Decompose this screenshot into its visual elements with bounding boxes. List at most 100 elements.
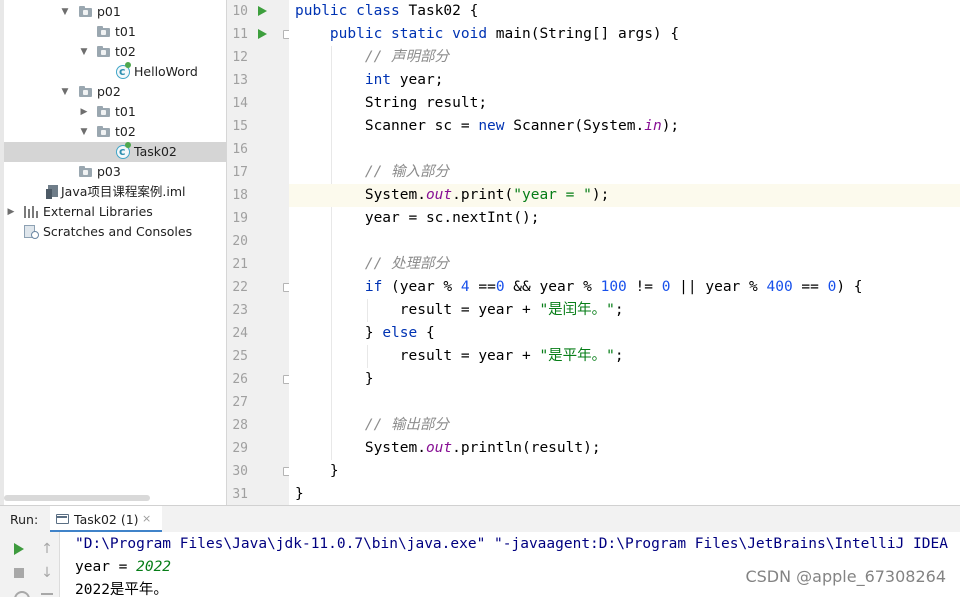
gutter-line: 15: [227, 115, 289, 138]
expand-arrow-icon[interactable]: ▼: [79, 42, 89, 62]
tree-item-external-libraries[interactable]: ▶ External Libraries: [4, 202, 226, 222]
line-number: 31: [232, 487, 248, 502]
scroll-up-arrow-icon[interactable]: ↑: [38, 540, 56, 558]
run-gutter-icon[interactable]: [258, 29, 267, 39]
gutter-line: 21: [227, 253, 289, 276]
package-folder-icon: [97, 106, 110, 117]
code-line[interactable]: }: [289, 483, 960, 505]
stop-icon[interactable]: [11, 564, 29, 582]
project-tree-panel: ▼ p01 t01 ▼ t02 HelloWord ▼ p02 ▶ t01 ▼ …: [0, 0, 227, 505]
gutter-line: 30: [227, 460, 292, 483]
console-result-line: 2022是平年。: [75, 582, 168, 597]
code-line[interactable]: // 声明部分: [289, 46, 960, 69]
line-number: 26: [232, 372, 248, 387]
line-number: 25: [232, 349, 248, 364]
tree-item-scratches[interactable]: Scratches and Consoles: [4, 222, 226, 242]
code-line[interactable]: if (year % 4 ==0 && year % 100 != 0 || y…: [289, 276, 960, 299]
console-prompt-text: year =: [75, 559, 137, 575]
code-editor[interactable]: public class Task02 { public static void…: [289, 0, 960, 505]
code-line[interactable]: }: [289, 460, 960, 483]
gutter-line: 26: [227, 368, 292, 391]
line-number: 15: [232, 119, 248, 134]
soft-wrap-icon[interactable]: [38, 588, 56, 597]
tree-item-label: t02: [115, 124, 136, 139]
code-line[interactable]: }: [289, 368, 960, 391]
gutter-line: 10: [227, 0, 289, 23]
run-gutter-icon[interactable]: [258, 6, 267, 16]
module-file-icon: [46, 185, 58, 199]
number-literal: 0: [495, 279, 505, 295]
code-line[interactable]: // 处理部分: [289, 253, 960, 276]
code-line[interactable]: Scanner sc = new Scanner(System.in);: [289, 115, 960, 138]
line-number: 23: [232, 303, 248, 318]
code-line[interactable]: [289, 230, 960, 253]
code-line[interactable]: result = year + "是闰年。";: [289, 299, 960, 322]
code-line[interactable]: // 输入部分: [289, 161, 960, 184]
code-line[interactable]: year = sc.nextInt();: [289, 207, 960, 230]
expand-arrow-icon[interactable]: ▼: [60, 82, 70, 102]
code-line-current[interactable]: System.out.print("year = ");: [289, 184, 960, 207]
tree-item-label: Scratches and Consoles: [43, 224, 193, 239]
tree-item-p01[interactable]: ▼ p01: [4, 2, 226, 22]
line-number: 12: [232, 50, 248, 65]
code-line[interactable]: public static void main(String[] args) {: [289, 23, 960, 46]
close-icon[interactable]: ×: [142, 512, 151, 525]
code-line[interactable]: [289, 391, 960, 414]
number-literal: 0: [661, 279, 671, 295]
expand-arrow-icon[interactable]: ▼: [79, 122, 89, 142]
editor-gutter[interactable]: 10 11 12 13 14 15 16 17 18 19 20 21 22 2…: [227, 0, 292, 505]
package-folder-icon: [97, 26, 110, 37]
tree-item-label: t01: [115, 104, 136, 119]
tree-item-t02[interactable]: ▼ t02: [4, 42, 226, 62]
tree-item-helloword[interactable]: HelloWord: [4, 62, 226, 82]
code-line[interactable]: public class Task02 {: [289, 0, 960, 23]
run-console-output[interactable]: "D:\Program Files\Java\jdk-11.0.7\bin\ja…: [60, 532, 960, 597]
gutter-line: 11: [227, 23, 292, 46]
code-line[interactable]: result = year + "是平年。";: [289, 345, 960, 368]
collapse-arrow-icon[interactable]: ▶: [79, 102, 89, 122]
code-line[interactable]: String result;: [289, 92, 960, 115]
code-line[interactable]: } else {: [289, 322, 960, 345]
expand-arrow-icon[interactable]: ▼: [60, 2, 70, 22]
tree-item-iml-file[interactable]: Java项目课程案例.iml: [4, 182, 226, 202]
line-number: 10: [232, 4, 248, 19]
tree-horizontal-scrollbar[interactable]: [4, 495, 150, 501]
run-tab-task02[interactable]: Task02 (1) ×: [50, 506, 162, 533]
gutter-line: 29: [227, 437, 289, 460]
tree-item-p02[interactable]: ▼ p02: [4, 82, 226, 102]
tree-item-label: Java项目课程案例.iml: [61, 184, 186, 199]
line-number: 14: [232, 96, 248, 111]
settings-gear-icon[interactable]: [11, 588, 30, 597]
tree-item-label: p01: [97, 4, 121, 19]
code-comment: // 处理部分: [364, 256, 450, 272]
code-line[interactable]: System.out.println(result);: [289, 437, 960, 460]
tree-item-task02[interactable]: Task02: [4, 142, 226, 162]
scroll-down-arrow-icon[interactable]: ↓: [38, 564, 56, 582]
tree-item-label: p02: [97, 84, 121, 99]
number-literal: 100: [600, 279, 627, 295]
gutter-line: 13: [227, 69, 289, 92]
code-line[interactable]: [289, 138, 960, 161]
console-icon: [56, 514, 69, 524]
tree-item-label: HelloWord: [134, 64, 198, 79]
console-prompt-line: year = 2022: [75, 556, 171, 579]
tree-item-t01[interactable]: t01: [4, 22, 226, 42]
number-literal: 4: [460, 279, 470, 295]
tree-item-p03[interactable]: p03: [4, 162, 226, 182]
line-number: 19: [232, 211, 248, 226]
gutter-line: 12: [227, 46, 289, 69]
line-number: 20: [232, 234, 248, 249]
package-folder-icon: [97, 126, 110, 137]
string-literal: "year = ": [513, 187, 592, 203]
code-line[interactable]: // 输出部分: [289, 414, 960, 437]
gutter-line: 17: [227, 161, 289, 184]
tree-item-label: t02: [115, 44, 136, 59]
tree-item-t01[interactable]: ▶ t01: [4, 102, 226, 122]
tree-item-t02[interactable]: ▼ t02: [4, 122, 226, 142]
code-comment: // 声明部分: [364, 49, 450, 65]
line-number: 11: [232, 27, 248, 42]
rerun-play-icon[interactable]: [11, 540, 29, 558]
collapse-arrow-icon[interactable]: ▶: [6, 202, 16, 222]
code-line[interactable]: int year;: [289, 69, 960, 92]
line-number: 30: [232, 464, 248, 479]
